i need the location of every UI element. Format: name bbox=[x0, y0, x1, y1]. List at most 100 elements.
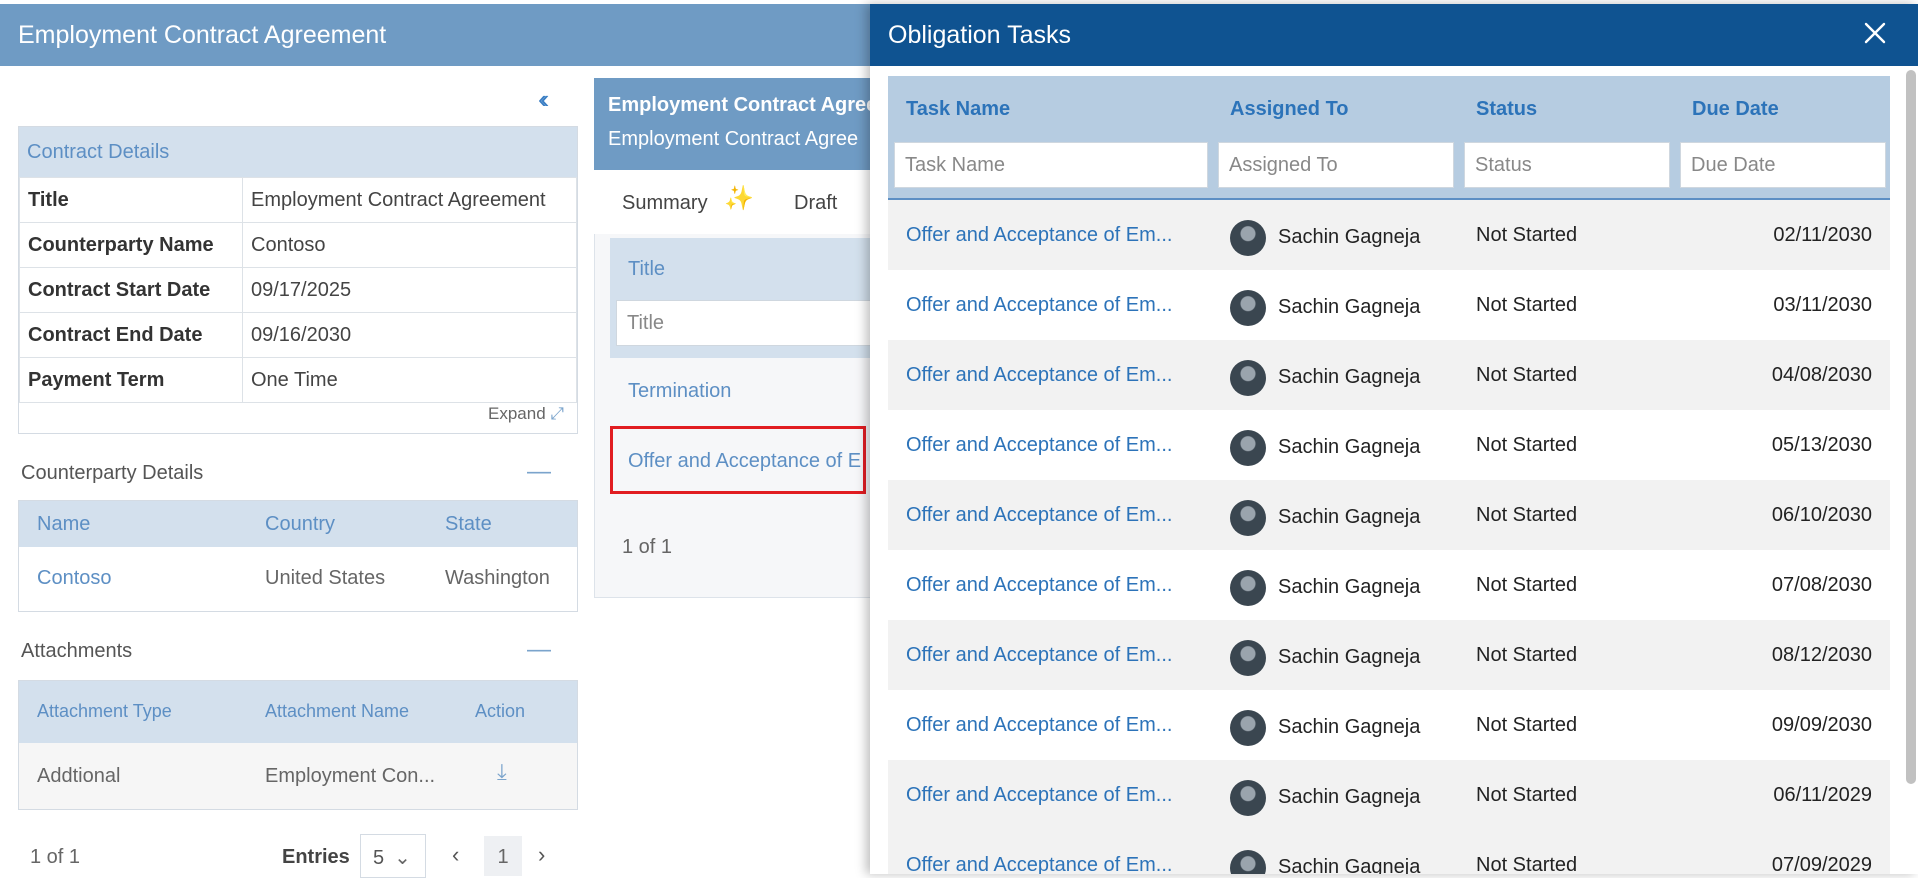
due-date-filter[interactable] bbox=[1680, 142, 1886, 188]
task-name-link[interactable]: Offer and Acceptance of Em... bbox=[906, 200, 1172, 270]
column-header-task-name[interactable]: Task Name bbox=[906, 98, 1010, 121]
due-date: 06/11/2029 bbox=[1773, 784, 1872, 806]
detail-label: Contract Start Date bbox=[19, 267, 243, 313]
counterparty-country: United States bbox=[265, 567, 386, 589]
counterparty-state: Washington bbox=[445, 567, 550, 589]
page-number[interactable]: 1 bbox=[484, 836, 522, 876]
column-header-status[interactable]: Status bbox=[1476, 98, 1537, 121]
task-name-link[interactable]: Offer and Acceptance of Em... bbox=[906, 410, 1172, 480]
status-text: Not Started bbox=[1476, 364, 1578, 386]
attachments-table: Attachment Type Attachment Name Action A… bbox=[18, 680, 578, 810]
assignee-name: Sachin Gagneja bbox=[1278, 716, 1421, 738]
expand-link[interactable]: Expand ⤢ bbox=[488, 404, 564, 424]
task-name-link[interactable]: Offer and Acceptance of Em... bbox=[906, 480, 1172, 550]
status-filter[interactable] bbox=[1464, 142, 1670, 188]
collapse-section-icon[interactable]: — bbox=[527, 458, 551, 486]
page-title: Employment Contract Agreement bbox=[18, 21, 387, 49]
table-row[interactable]: Offer and Acceptance of Em... Sachin Gagn… bbox=[888, 550, 1890, 620]
due-date: 04/08/2030 bbox=[1771, 364, 1872, 386]
tasks-grid-header: Task Name Assigned To Status Due Date bbox=[888, 76, 1890, 198]
avatar bbox=[1230, 500, 1266, 536]
counterparty-table: Name Country State Contoso United States… bbox=[18, 500, 578, 612]
column-header[interactable]: Action bbox=[475, 701, 525, 722]
status-text: Not Started bbox=[1476, 574, 1578, 596]
obligation-item[interactable]: Termination bbox=[628, 380, 731, 403]
table-row[interactable]: Offer and Acceptance of Em... Sachin Gagn… bbox=[888, 480, 1890, 550]
column-header[interactable]: Country bbox=[265, 513, 335, 536]
assignee-name: Sachin Gagneja bbox=[1278, 296, 1421, 318]
task-name-link[interactable]: Offer and Acceptance of Em... bbox=[906, 760, 1172, 830]
detail-value: Employment Contract Agreement bbox=[242, 177, 577, 223]
detail-row: Payment Term One Time bbox=[19, 357, 577, 403]
status-text: Not Started bbox=[1476, 294, 1578, 316]
collapse-panel-icon[interactable]: ‹‹ bbox=[538, 84, 550, 115]
detail-row: Contract End Date 09/16/2030 bbox=[19, 312, 577, 358]
contract-details-heading: Contract Details bbox=[19, 127, 577, 177]
table-row[interactable]: Offer and Acceptance of Em... Sachin Gagn… bbox=[888, 760, 1890, 830]
detail-value: Contoso bbox=[242, 222, 577, 268]
obligation-item[interactable]: Offer and Acceptance of E bbox=[628, 450, 878, 473]
avatar bbox=[1230, 850, 1266, 874]
counterparty-name-link[interactable]: Contoso bbox=[37, 567, 112, 590]
assigned-to-filter[interactable] bbox=[1218, 142, 1454, 188]
column-header[interactable]: Attachment Type bbox=[37, 701, 172, 722]
obligations-count: 1 of 1 bbox=[622, 536, 673, 558]
detail-row: Title Employment Contract Agreement bbox=[19, 177, 577, 223]
task-name-link[interactable]: Offer and Acceptance of Em... bbox=[906, 830, 1172, 874]
contract-details-table: Title Employment Contract Agreement Count… bbox=[19, 177, 577, 403]
detail-value: One Time bbox=[242, 357, 577, 403]
column-header[interactable]: State bbox=[445, 513, 492, 536]
contract-details-card: Contract Details Title Employment Contrac… bbox=[18, 126, 578, 434]
prev-page-icon[interactable]: ‹ bbox=[452, 842, 459, 868]
detail-value: 09/17/2025 bbox=[242, 267, 577, 313]
table-row[interactable]: Offer and Acceptance of Em... Sachin Gagn… bbox=[888, 200, 1890, 270]
collapse-section-icon[interactable]: — bbox=[527, 636, 551, 664]
task-name-link[interactable]: Offer and Acceptance of Em... bbox=[906, 690, 1172, 760]
panel-subtitle: Employment Contract Agree bbox=[608, 128, 859, 150]
assignee-name: Sachin Gagneja bbox=[1278, 366, 1421, 388]
detail-row: Counterparty Name Contoso bbox=[19, 222, 577, 268]
table-row[interactable]: Offer and Acceptance of Em... Sachin Gagn… bbox=[888, 340, 1890, 410]
task-name-link[interactable]: Offer and Acceptance of Em... bbox=[906, 340, 1172, 410]
status-text: Not Started bbox=[1476, 644, 1578, 666]
entries-select[interactable]: 5 ⌄ bbox=[360, 834, 426, 878]
next-page-icon[interactable]: › bbox=[538, 842, 545, 868]
column-header[interactable]: Name bbox=[37, 513, 90, 536]
task-name-filter[interactable] bbox=[894, 142, 1208, 188]
table-row[interactable]: Offer and Acceptance of Em... Sachin Gagn… bbox=[888, 410, 1890, 480]
status-text: Not Started bbox=[1476, 854, 1578, 874]
assignee-name: Sachin Gagneja bbox=[1278, 226, 1421, 248]
table-row[interactable]: Offer and Acceptance of Em... Sachin Gagn… bbox=[888, 620, 1890, 690]
detail-label: Title bbox=[19, 177, 243, 223]
due-date: 05/13/2030 bbox=[1771, 434, 1872, 456]
task-name-link[interactable]: Offer and Acceptance of Em... bbox=[906, 550, 1172, 620]
attachment-name: Employment Con... bbox=[265, 765, 436, 787]
column-header[interactable]: Attachment Name bbox=[265, 701, 409, 722]
table-row[interactable]: Offer and Acceptance of Em... Sachin Gagn… bbox=[888, 270, 1890, 340]
close-icon[interactable] bbox=[1860, 18, 1890, 48]
column-header-due-date[interactable]: Due Date bbox=[1692, 98, 1779, 121]
download-icon[interactable]: ⤓ bbox=[497, 759, 507, 785]
column-header[interactable]: Title bbox=[628, 258, 665, 281]
drawer-title: Obligation Tasks bbox=[888, 21, 1071, 49]
table-row[interactable]: Offer and Acceptance of Em... Sachin Gagn… bbox=[888, 690, 1890, 760]
due-date: 03/11/2030 bbox=[1773, 294, 1872, 316]
column-header-assigned-to[interactable]: Assigned To bbox=[1230, 98, 1349, 121]
entries-label: Entries bbox=[282, 846, 350, 868]
obligations-panel-header: Employment Contract Agree Employment Con… bbox=[594, 78, 894, 170]
status-text: Not Started bbox=[1476, 224, 1578, 246]
tab-draft[interactable]: Draft bbox=[794, 192, 837, 215]
due-date: 02/11/2030 bbox=[1773, 224, 1872, 246]
assignee-name: Sachin Gagneja bbox=[1278, 646, 1421, 668]
task-name-link[interactable]: Offer and Acceptance of Em... bbox=[906, 270, 1172, 340]
tab-summary[interactable]: Summary bbox=[622, 192, 708, 215]
assignee-name: Sachin Gagneja bbox=[1278, 436, 1421, 458]
expand-icon: ⤢ bbox=[550, 404, 565, 423]
sparkle-icon[interactable]: ✨ bbox=[724, 184, 754, 213]
task-name-link[interactable]: Offer and Acceptance of Em... bbox=[906, 620, 1172, 690]
table-row[interactable]: Offer and Acceptance of Em... Sachin Gagn… bbox=[888, 830, 1890, 874]
counterparty-heading: Counterparty Details bbox=[21, 462, 204, 484]
detail-label: Contract End Date bbox=[19, 312, 243, 358]
title-filter-input[interactable] bbox=[616, 300, 900, 346]
scrollbar-thumb[interactable] bbox=[1906, 70, 1916, 784]
